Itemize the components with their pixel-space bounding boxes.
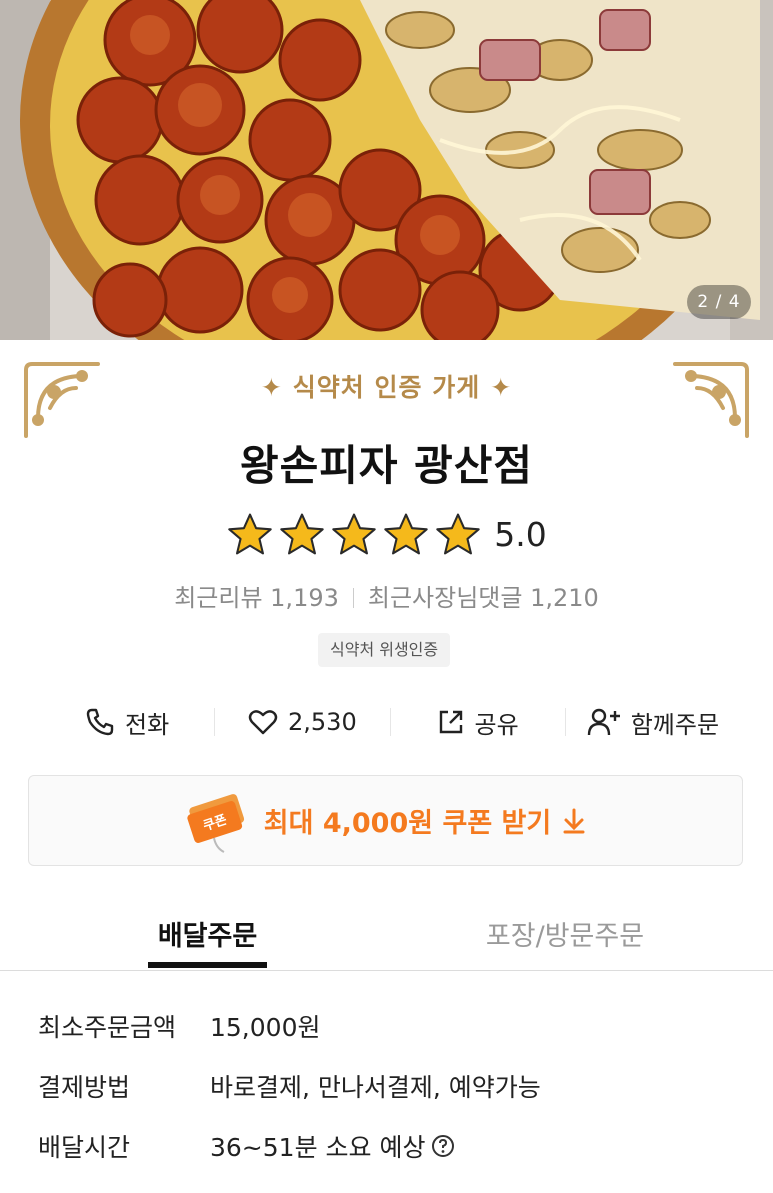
coupon-button[interactable]: 쿠폰 최대 4,000원 쿠폰 받기	[28, 775, 743, 866]
info-value: 바로결제, 만나서결제, 예약가능	[210, 1073, 541, 1102]
store-name: 왕손피자 광산점	[239, 441, 534, 490]
info-value: 36~51분 소요 예상	[210, 1133, 426, 1162]
sparkle-icon: ✦	[260, 373, 283, 402]
star-icon	[278, 512, 326, 556]
share-button[interactable]: 공유	[391, 705, 565, 740]
call-label: 전화	[125, 710, 170, 739]
active-tab-indicator	[148, 962, 267, 968]
coupon-label: 최대 4,000원 쿠폰 받기	[263, 808, 552, 839]
group-order-button[interactable]: 함께주문	[566, 705, 740, 740]
heart-icon	[248, 710, 278, 735]
sparkle-icon: ✦	[490, 373, 513, 402]
star-icon	[382, 512, 430, 556]
info-row-delivery-time: 배달시간 36~51분 소요 예상	[38, 1128, 738, 1188]
coupon-ticket-icon: 쿠폰	[187, 793, 244, 853]
star-icon	[434, 512, 482, 556]
pizza-photo	[0, 0, 773, 340]
photo-page-indicator: 2 / 4	[687, 285, 751, 319]
delivery-info: 최소주문금액 15,000원 결제방법 바로결제, 만나서결제, 예약가능 배달…	[38, 1008, 738, 1188]
help-icon[interactable]	[431, 1134, 455, 1158]
group-order-label: 함께주문	[630, 710, 720, 739]
recent-reviews-link[interactable]: 최근리뷰 1,193	[174, 584, 339, 612]
download-arrow-icon	[563, 808, 585, 833]
phone-icon	[86, 708, 114, 736]
rating-row: 5.0	[0, 510, 773, 558]
favorite-count: 2,530	[288, 708, 357, 736]
rating-stars	[226, 512, 482, 556]
tab-delivery[interactable]: 배달주문	[148, 914, 267, 953]
certification-banner: ✦ 식약처 인증 가게 ✦	[0, 368, 773, 404]
call-button[interactable]: 전화	[40, 705, 214, 740]
order-type-tabs: 배달주문 포장/방문주문	[0, 900, 773, 971]
action-bar: 전화 2,530 공유 함께주문	[40, 697, 740, 747]
info-label: 결제방법	[38, 1073, 131, 1102]
rating-value: 5.0	[494, 514, 547, 554]
info-label: 배달시간	[38, 1133, 131, 1162]
star-icon	[330, 512, 378, 556]
info-label: 최소주문금액	[38, 1013, 177, 1042]
share-icon	[439, 710, 462, 734]
certification-banner-text: 식약처 인증 가게	[292, 373, 481, 402]
info-value: 15,000원	[210, 1013, 321, 1042]
info-row-payment: 결제방법 바로결제, 만나서결제, 예약가능	[38, 1068, 738, 1128]
share-label: 공유	[474, 710, 519, 739]
hygiene-badge[interactable]: 식약처 위생인증	[318, 633, 451, 667]
favorite-button[interactable]: 2,530	[215, 708, 389, 736]
divider	[352, 588, 354, 608]
info-value-wrap: 36~51분 소요 예상	[210, 1128, 455, 1164]
recent-owner-replies-link[interactable]: 최근사장님댓글 1,210	[368, 584, 599, 612]
add-user-icon	[587, 708, 620, 736]
store-photo-carousel[interactable]: 2 / 4	[0, 0, 773, 340]
review-counts: 최근리뷰 1,193 최근사장님댓글 1,210	[0, 578, 773, 613]
info-row-min-order: 최소주문금액 15,000원	[38, 1008, 738, 1068]
star-icon	[226, 512, 274, 556]
tab-pickup[interactable]: 포장/방문주문	[470, 914, 660, 953]
